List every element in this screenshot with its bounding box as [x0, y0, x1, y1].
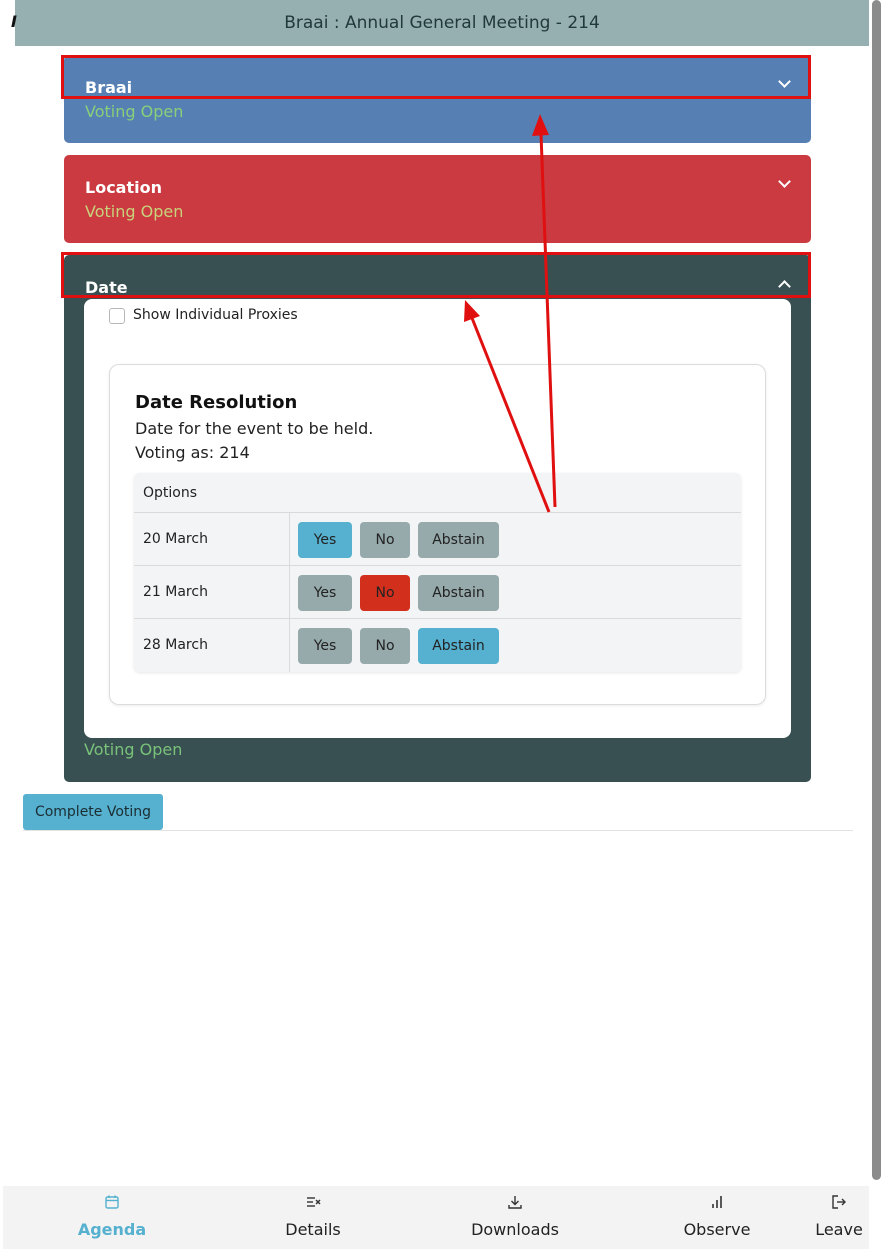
option-label: 20 March — [143, 531, 208, 547]
abstain-button[interactable]: Abstain — [418, 628, 499, 664]
nav-label: Observe — [683, 1220, 751, 1239]
panel-title: Location — [85, 178, 162, 197]
option-label: 28 March — [143, 637, 208, 653]
bottom-nav: Agenda Details Downloads Observe Leave — [3, 1186, 869, 1249]
abstain-button[interactable]: Abstain — [418, 575, 499, 611]
scrollbar-thumb[interactable] — [872, 0, 881, 1180]
divider — [23, 830, 853, 831]
no-button[interactable]: No — [360, 575, 410, 611]
chevron-down-icon[interactable] — [778, 175, 791, 188]
panel-status: Voting Open — [84, 740, 183, 759]
nav-label: Agenda — [77, 1220, 147, 1239]
column-divider — [289, 619, 290, 672]
stray-glyph: I — [11, 12, 17, 31]
column-divider — [289, 566, 290, 618]
option-label: 21 March — [143, 584, 208, 600]
list-icon — [307, 1197, 321, 1207]
nav-item-leave[interactable]: Leave — [809, 1186, 869, 1249]
nav-item-observe[interactable]: Observe — [667, 1186, 767, 1249]
table-row: 21 March Yes No Abstain — [134, 566, 741, 619]
panel-status: Voting Open — [85, 202, 184, 221]
table-row: 20 March Yes No Abstain — [134, 513, 741, 566]
annotation-box-braai — [61, 55, 811, 99]
nav-label: Leave — [815, 1220, 863, 1239]
nav-item-downloads[interactable]: Downloads — [465, 1186, 565, 1249]
show-proxies-label: Show Individual Proxies — [133, 307, 298, 323]
yes-button[interactable]: Yes — [298, 628, 352, 664]
yes-button[interactable]: Yes — [298, 575, 352, 611]
app-window: Braai : Annual General Meeting - 214 Bra… — [0, 0, 869, 1249]
nav-item-agenda[interactable]: Agenda — [62, 1186, 162, 1249]
calendar-icon — [105, 1195, 119, 1209]
options-header: Options — [134, 473, 741, 513]
yes-button[interactable]: Yes — [298, 522, 352, 558]
download-icon — [508, 1196, 522, 1209]
nav-label: Details — [285, 1220, 341, 1239]
logout-icon — [832, 1195, 846, 1209]
resolution-title: Date Resolution — [135, 392, 298, 413]
no-button[interactable]: No — [360, 628, 410, 664]
annotation-box-date — [61, 252, 811, 298]
complete-voting-button[interactable]: Complete Voting — [23, 794, 163, 830]
panel-status: Voting Open — [85, 102, 184, 121]
no-button[interactable]: No — [360, 522, 410, 558]
options-table: Options 20 March Yes No Abstain 21 March… — [134, 473, 741, 672]
voting-as: Voting as: 214 — [135, 443, 250, 462]
column-divider — [289, 513, 290, 565]
agenda-panel-location[interactable]: Location Voting Open — [64, 155, 811, 243]
options-header-label: Options — [143, 485, 198, 501]
bar-chart-icon — [712, 1196, 722, 1208]
abstain-button[interactable]: Abstain — [418, 522, 499, 558]
show-proxies-checkbox[interactable] — [109, 308, 125, 324]
nav-label: Downloads — [471, 1220, 559, 1239]
page-title: Braai : Annual General Meeting - 214 — [15, 0, 869, 46]
table-row: 28 March Yes No Abstain — [134, 619, 741, 672]
resolution-description: Date for the event to be held. — [135, 419, 374, 438]
nav-item-details[interactable]: Details — [263, 1186, 363, 1249]
